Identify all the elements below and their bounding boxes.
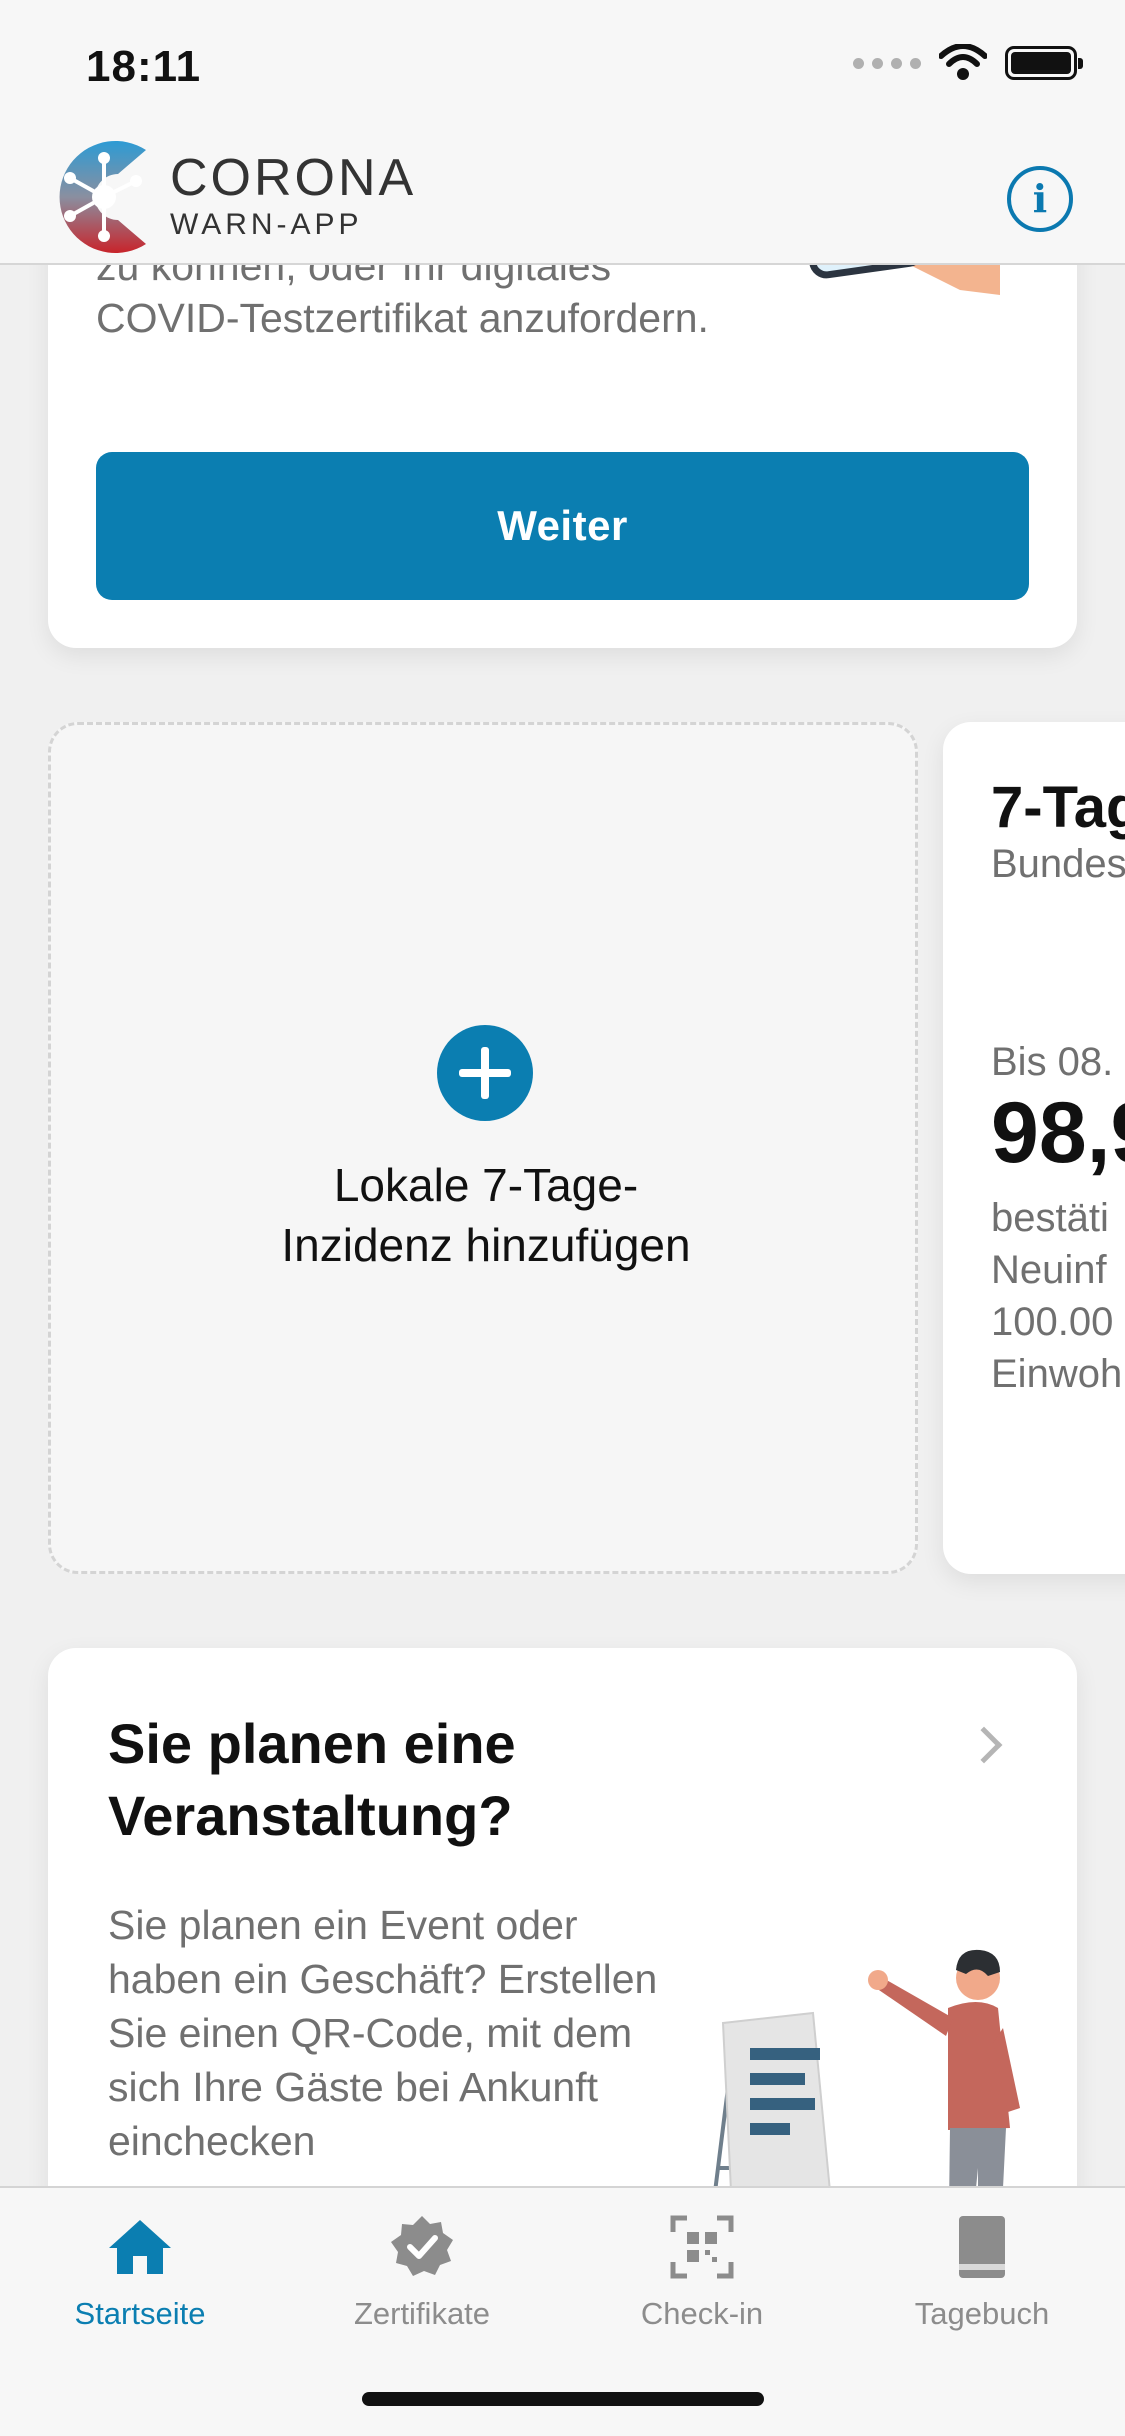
home-screen: zu können, oder Ihr digitales COVID-Test… xyxy=(0,0,1125,2436)
tab-label: Check-in xyxy=(640,2296,764,2331)
cellular-signal-icon xyxy=(853,57,921,69)
incidence-date: Bis 08. xyxy=(991,1040,1114,1084)
status-icons xyxy=(853,44,1083,82)
wifi-icon xyxy=(939,44,987,80)
tab-label: Startseite xyxy=(74,2296,206,2331)
battery-icon xyxy=(1005,46,1083,80)
add-local-incidence-card[interactable]: Lokale 7-Tage- Inzidenz hinzufügen xyxy=(48,722,918,1574)
incidence-card[interactable]: 7-Tag Bundes Bis 08. 98,9 bestäti Neuinf… xyxy=(943,722,1125,1574)
tab-label: Zertifikate xyxy=(353,2296,491,2331)
plus-icon xyxy=(437,1025,533,1121)
continue-button[interactable]: Weiter xyxy=(96,452,1029,600)
app-header: 18:11 CORONA WARN-APP i xyxy=(0,0,1125,265)
diary-book-icon xyxy=(959,2216,1005,2278)
corona-warn-app-logo: CORONA WARN-APP xyxy=(46,136,416,258)
incidence-value: 98,9 xyxy=(991,1085,1125,1181)
home-indicator xyxy=(362,2392,764,2406)
event-card-title: Sie planen eine Veranstaltung? xyxy=(108,1712,516,1847)
logo-title: CORONA xyxy=(170,149,417,207)
chevron-right-icon xyxy=(965,1726,1003,1764)
tab-zertifikate[interactable]: Zertifikate xyxy=(302,2212,542,2332)
home-icon xyxy=(109,2220,171,2274)
event-card-text: Sie planen ein Event oder haben ein Gesc… xyxy=(108,1902,658,2164)
logo-subtitle: WARN-APP xyxy=(170,208,363,241)
logo-mark-icon xyxy=(59,141,146,253)
qr-scan-icon xyxy=(670,2215,734,2279)
info-icon[interactable]: i xyxy=(1007,166,1073,232)
incidence-subtitle: Bundes xyxy=(991,842,1125,886)
tab-tagebuch[interactable]: Tagebuch xyxy=(862,2212,1102,2332)
tab-check-in[interactable]: Check-in xyxy=(582,2212,822,2332)
tab-label: Tagebuch xyxy=(914,2296,1050,2331)
incidence-description: bestäti Neuinf 100.00 Einwoh xyxy=(991,1196,1123,1396)
tab-startseite[interactable]: Startseite xyxy=(20,2212,260,2332)
certificate-icon xyxy=(391,2216,453,2276)
add-incidence-label: Lokale 7-Tage- Inzidenz hinzufügen xyxy=(281,1159,691,1271)
incidence-title: 7-Tag xyxy=(991,775,1125,840)
status-time: 18:11 xyxy=(86,42,202,91)
